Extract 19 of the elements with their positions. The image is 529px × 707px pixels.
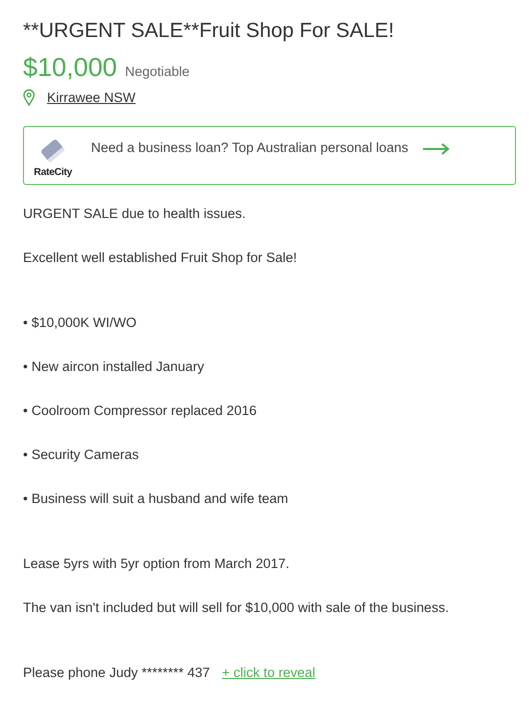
ad-text: Need a business loan? Top Australian personal loans [91,140,408,155]
location-pin-icon [23,89,35,106]
arrow-right-icon [422,143,450,155]
description-paragraph: The van isn't included but will sell for $10,000 with sale of the business. [23,599,450,617]
description-paragraph: URGENT SALE due to health issues. [23,205,247,223]
bullet-item: • $10,000K WI/WO [23,314,138,332]
price: $10,000 [23,52,117,83]
description-paragraph: Excellent well established Fruit Shop for Sale! [23,249,298,267]
bullet-item: • Business will suit a husband and wife team [23,490,290,508]
loan-ad-banner[interactable]: RateCity Need a business loan? Top Australian personal loans [23,126,516,185]
description-paragraph: Lease 5yrs with 5yr option from March 2017. [23,555,290,573]
listing-title: **URGENT SALE**Fruit Shop For SALE! [23,18,396,44]
contact-text: Please phone Judy ******** 437 [23,664,210,682]
brand-logo: RateCity [34,167,72,178]
bullet-item: • Coolroom Compressor replaced 2016 [23,402,258,420]
bullet-item: • Security Cameras [23,446,140,464]
price-note: Negotiable [124,64,190,79]
location-link[interactable]: Kirrawee NSW [47,90,136,105]
bullet-item: • New aircon installed January [23,358,206,376]
